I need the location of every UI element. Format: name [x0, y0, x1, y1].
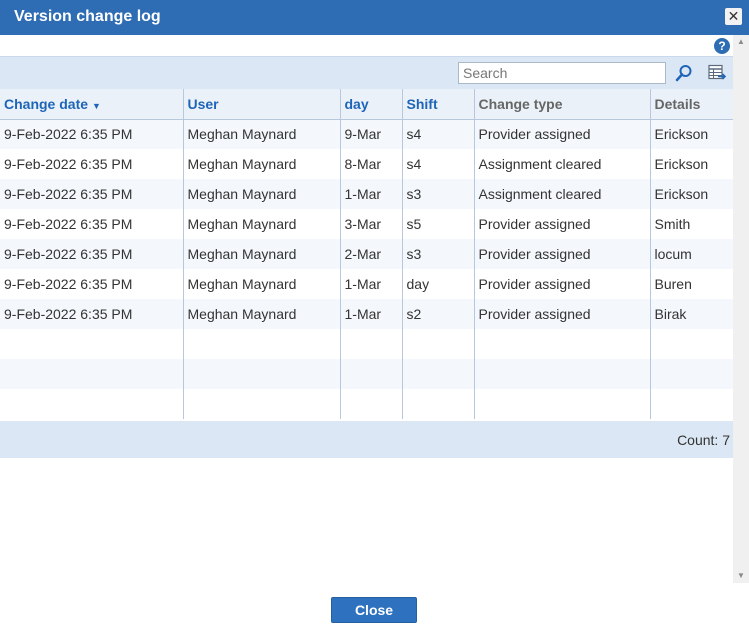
title-bar: Version change log ✕	[0, 0, 749, 35]
empty-row	[0, 359, 733, 389]
grid-footer: Count: 7	[0, 421, 733, 458]
cell-details: Erickson	[654, 186, 709, 202]
cell-user: Meghan Maynard	[183, 239, 341, 269]
cell-day: 2-Mar	[340, 239, 403, 269]
cell-day: 1-Mar	[340, 269, 403, 299]
cell-details: Buren	[654, 276, 692, 292]
cell-day: 1-Mar	[340, 299, 403, 329]
header-row: Change date ▼ User day Shift Change type …	[0, 89, 733, 120]
cell-user: Meghan Maynard	[183, 119, 341, 149]
help-icon[interactable]: ?	[714, 38, 730, 54]
cell-shift: s4	[402, 119, 475, 149]
cell-details: Smith	[654, 216, 691, 232]
cell-change-type: Provider assigned	[474, 239, 651, 269]
scroll-up-arrow-icon[interactable]: ▲	[733, 35, 749, 49]
search-icon[interactable]	[675, 64, 693, 82]
cell-details: locum	[654, 246, 692, 262]
empty-row	[0, 389, 733, 419]
grid-toolbar	[0, 56, 733, 90]
cell-user: Meghan Maynard	[183, 209, 341, 239]
cell-day: 1-Mar	[340, 179, 403, 209]
cell-details: Erickson	[654, 126, 709, 143]
cell-user: Meghan Maynard	[183, 269, 341, 299]
cell-change-date: 9-Feb-2022 6:35 PM	[0, 119, 184, 149]
column-header-change-type[interactable]: Change type	[474, 89, 651, 120]
search-input[interactable]	[458, 62, 666, 84]
cell-day: 3-Mar	[340, 209, 403, 239]
cell-change-date: 9-Feb-2022 6:35 PM	[0, 179, 184, 209]
cell-user: Meghan Maynard	[183, 149, 341, 179]
window-title: Version change log	[14, 8, 161, 25]
cell-change-date: 9-Feb-2022 6:35 PM	[0, 239, 184, 269]
cell-shift: s2	[402, 299, 475, 329]
table-row[interactable]: 9-Feb-2022 6:35 PM Meghan Maynard 8-Mar …	[0, 149, 733, 179]
table-row[interactable]: 9-Feb-2022 6:35 PM Meghan Maynard 9-Mar …	[0, 119, 733, 149]
record-count: Count: 7	[677, 432, 730, 448]
close-button[interactable]: Close	[331, 597, 417, 623]
cell-change-type: Provider assigned	[474, 269, 651, 299]
column-header-shift[interactable]: Shift	[402, 89, 475, 120]
column-header-user[interactable]: User	[183, 89, 341, 120]
cell-change-date: 9-Feb-2022 6:35 PM	[0, 299, 184, 329]
cell-shift: s3	[402, 179, 475, 209]
cell-details: Birak	[654, 306, 687, 322]
empty-row	[0, 329, 733, 359]
cell-details: Erickson	[654, 156, 709, 172]
column-header-day[interactable]: day	[340, 89, 403, 120]
cell-change-type: Provider assigned	[474, 299, 651, 329]
scroll-down-arrow-icon[interactable]: ▼	[733, 569, 749, 583]
cell-user: Meghan Maynard	[183, 179, 341, 209]
cell-day: 9-Mar	[340, 119, 403, 149]
cell-change-date: 9-Feb-2022 6:35 PM	[0, 209, 184, 239]
cell-change-type: Provider assigned	[474, 119, 651, 149]
table-row[interactable]: 9-Feb-2022 6:35 PM Meghan Maynard 1-Mar …	[0, 179, 733, 209]
table-row[interactable]: 9-Feb-2022 6:35 PM Meghan Maynard 1-Mar …	[0, 269, 733, 299]
cell-user: Meghan Maynard	[183, 299, 341, 329]
cell-change-type: Assignment cleared	[474, 179, 651, 209]
table-row[interactable]: 9-Feb-2022 6:35 PM Meghan Maynard 1-Mar …	[0, 299, 733, 329]
cell-change-date: 9-Feb-2022 6:35 PM	[0, 269, 184, 299]
column-header-details[interactable]: Details	[650, 89, 733, 120]
column-header-change-date[interactable]: Change date ▼	[0, 89, 184, 120]
cell-shift: s4	[402, 149, 475, 179]
cell-day: 8-Mar	[340, 149, 403, 179]
table-row[interactable]: 9-Feb-2022 6:35 PM Meghan Maynard 3-Mar …	[0, 209, 733, 239]
change-log-grid: Change date ▼ User day Shift Change type …	[0, 89, 733, 419]
cell-change-date: 9-Feb-2022 6:35 PM	[0, 149, 184, 179]
table-row[interactable]: 9-Feb-2022 6:35 PM Meghan Maynard 2-Mar …	[0, 239, 733, 269]
cell-shift: day	[402, 269, 475, 299]
vertical-scrollbar[interactable]: ▲ ▼	[733, 35, 749, 583]
cell-change-type: Assignment cleared	[474, 149, 651, 179]
close-icon[interactable]: ✕	[725, 8, 742, 25]
column-chooser-icon[interactable]	[708, 64, 727, 82]
cell-shift: s3	[402, 239, 475, 269]
cell-shift: s5	[402, 209, 475, 239]
sort-descending-icon: ▼	[92, 100, 101, 111]
cell-change-type: Provider assigned	[474, 209, 651, 239]
